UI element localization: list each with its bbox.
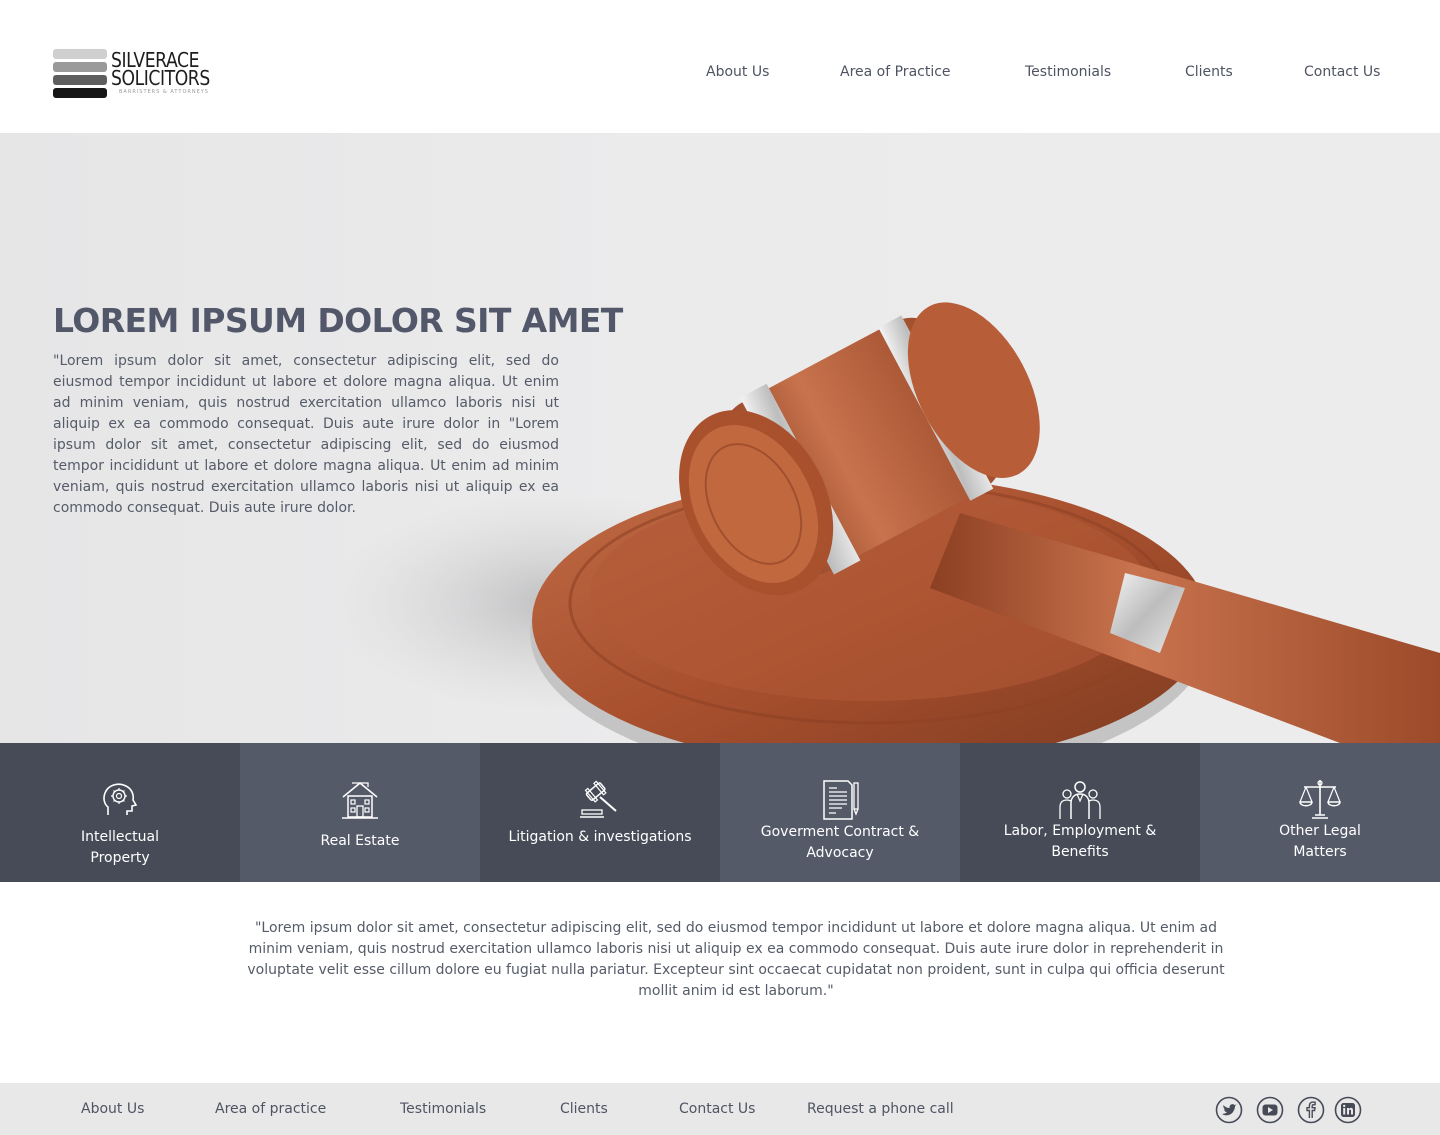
practice-label: Intellectual: [80, 829, 160, 845]
facebook-icon[interactable]: [1297, 1096, 1325, 1124]
practice-tile-other-legal[interactable]: Other Legal Matters: [1200, 743, 1440, 882]
practice-label: Advocacy: [806, 845, 874, 861]
nav-about-us[interactable]: About Us: [706, 64, 769, 80]
practice-label: Real Estate: [320, 833, 400, 849]
practice-areas-bar: Intellectual Property Real Estate Litiga…: [0, 743, 1440, 882]
practice-label: Property: [90, 850, 150, 866]
practice-tile-intellectual-property[interactable]: Intellectual Property: [0, 743, 240, 882]
footer-clients[interactable]: Clients: [560, 1101, 608, 1117]
hero-title: LOREM IPSUM DOLOR SIT AMET: [53, 301, 623, 340]
site-header: SILVERACE SOLICITORS BARRISTERS & ATTORN…: [0, 0, 1440, 133]
brain-head-icon: [103, 783, 138, 815]
footer-area-of-practice[interactable]: Area of practice: [215, 1101, 326, 1117]
practice-label: Matters: [1293, 844, 1347, 860]
nav-contact-us[interactable]: Contact Us: [1304, 64, 1380, 80]
footer-testimonials[interactable]: Testimonials: [400, 1101, 486, 1117]
people-group-icon: [1059, 781, 1101, 819]
practice-label: Benefits: [1051, 844, 1109, 860]
gavel-icon: [580, 780, 617, 818]
linkedin-icon[interactable]: [1334, 1096, 1362, 1124]
hero-description: "Lorem ipsum dolor sit amet, consectetur…: [53, 353, 559, 516]
document-pen-icon: [823, 780, 859, 820]
youtube-icon[interactable]: [1256, 1096, 1284, 1124]
nav-clients[interactable]: Clients: [1185, 64, 1233, 80]
practice-label: Labor, Employment &: [1003, 823, 1157, 839]
nav-testimonials[interactable]: Testimonials: [1025, 64, 1111, 80]
practice-label: Goverment Contract &: [760, 824, 920, 840]
logo-bar: [53, 88, 107, 98]
site-footer: About Us Area of practice Testimonials C…: [0, 1083, 1440, 1135]
main-nav: About Us Area of Practice Testimonials C…: [0, 64, 1440, 84]
footer-request-phone-call[interactable]: Request a phone call: [807, 1101, 954, 1117]
practice-tile-government-contract[interactable]: Goverment Contract & Advocacy: [720, 743, 960, 882]
practice-tile-labor-employment[interactable]: Labor, Employment & Benefits: [960, 743, 1200, 882]
intro-quote: "Lorem ipsum dolor sit amet, consectetur…: [247, 920, 1225, 999]
nav-area-of-practice[interactable]: Area of Practice: [840, 64, 951, 80]
house-icon: [342, 781, 378, 819]
practice-tile-real-estate[interactable]: Real Estate: [240, 743, 480, 882]
footer-contact-us[interactable]: Contact Us: [679, 1101, 755, 1117]
practice-label: Litigation & investigations: [508, 829, 692, 845]
scales-icon: [1299, 780, 1341, 819]
twitter-icon[interactable]: [1215, 1096, 1243, 1124]
footer-about-us[interactable]: About Us: [81, 1101, 144, 1117]
hero-section: LOREM IPSUM DOLOR SIT AMET "Lorem ipsum …: [0, 133, 1440, 743]
practice-tile-litigation[interactable]: Litigation & investigations: [480, 743, 720, 882]
brand-tagline: BARRISTERS & ATTORNEYS: [119, 89, 209, 95]
logo-bar: [53, 49, 107, 59]
practice-label: Other Legal: [1279, 823, 1361, 839]
